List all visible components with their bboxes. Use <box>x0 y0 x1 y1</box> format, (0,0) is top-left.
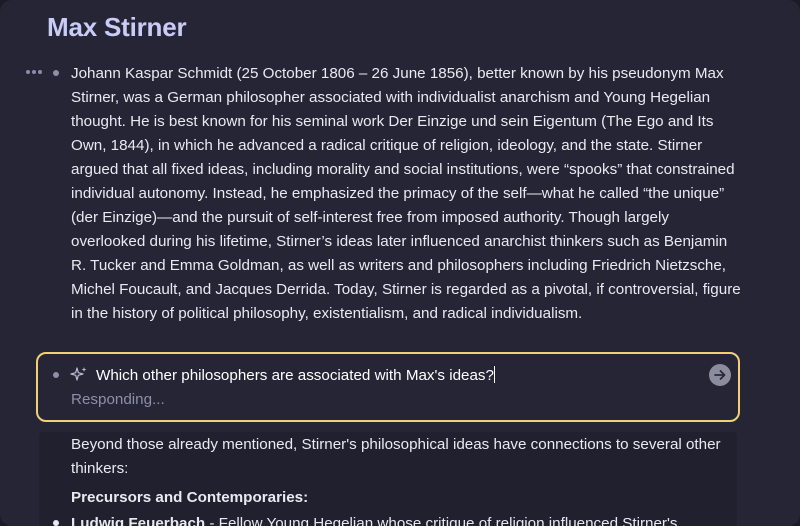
more-options-icon[interactable] <box>26 67 44 77</box>
block-text[interactable]: Johann Kaspar Schmidt (25 October 1806 –… <box>71 62 743 326</box>
response-intro: Beyond those already mentioned, Stirner'… <box>71 436 721 477</box>
sparkle-icon <box>70 367 87 381</box>
response-section-heading: Precursors and Contemporaries: <box>71 489 309 506</box>
page-title[interactable]: Max Stirner <box>47 12 187 43</box>
responding-status: Responding... <box>71 391 165 408</box>
text-caret <box>493 366 495 383</box>
response-item-name: Ludwig Feuerbach <box>71 515 206 526</box>
arrow-right-icon <box>714 370 726 380</box>
block-bullet[interactable] <box>53 70 59 76</box>
response-item-bullet <box>53 520 59 526</box>
send-button[interactable] <box>709 364 731 386</box>
editor-window: Max Stirner Johann Kaspar Schmidt (25 Oc… <box>0 0 800 526</box>
ai-prompt-text: Which other philosophers are associated … <box>96 367 494 384</box>
prompt-bullet <box>53 372 59 378</box>
response-list-item: Ludwig Feuerbach - Fellow Young Hegelian… <box>71 512 751 526</box>
ai-prompt-input[interactable]: Which other philosophers are associated … <box>96 364 696 388</box>
response-item-text: - Fellow Young Hegelian whose critique o… <box>205 515 678 526</box>
